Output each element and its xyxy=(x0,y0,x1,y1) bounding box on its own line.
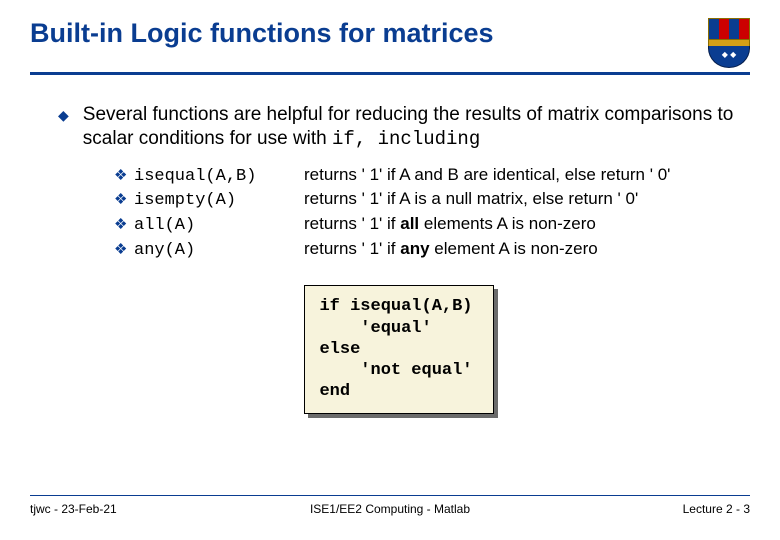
list-item: ❖ any(A) returns ' 1' if any element A i… xyxy=(114,238,740,263)
title-divider xyxy=(30,72,750,75)
function-desc: returns ' 1' if any element A is non-zer… xyxy=(304,238,740,261)
footer-divider xyxy=(30,495,750,496)
footer-author-date: tjwc - 23-Feb-21 xyxy=(30,502,270,516)
sub-bullet-icon: ❖ xyxy=(114,240,134,260)
function-desc: returns ' 1' if A is a null matrix, else… xyxy=(304,188,740,211)
function-desc: returns ' 1' if A and B are identical, e… xyxy=(304,164,740,187)
sub-bullet-icon: ❖ xyxy=(114,215,134,235)
function-list: ❖ isequal(A,B) returns ' 1' if A and B a… xyxy=(58,164,740,264)
sub-bullet-icon: ❖ xyxy=(114,166,134,186)
function-code: all(A) xyxy=(134,215,304,238)
function-desc: returns ' 1' if all elements A is non-ze… xyxy=(304,213,740,236)
institution-crest-icon xyxy=(708,18,750,68)
footer-course: ISE1/EE2 Computing - Matlab xyxy=(270,502,510,516)
list-item: ❖ all(A) returns ' 1' if all elements A … xyxy=(114,213,740,238)
intro-text: Several functions are helpful for reduci… xyxy=(83,103,740,152)
bullet-icon: ◆ xyxy=(58,107,69,124)
function-code: any(A) xyxy=(134,240,304,263)
list-item: ❖ isempty(A) returns ' 1' if A is a null… xyxy=(114,188,740,213)
list-item: ❖ isequal(A,B) returns ' 1' if A and B a… xyxy=(114,164,740,189)
sub-bullet-icon: ❖ xyxy=(114,190,134,210)
function-code: isequal(A,B) xyxy=(134,166,304,189)
code-example-box: if isequal(A,B) 'equal' else 'not equal'… xyxy=(304,285,493,413)
footer-page: Lecture 2 - 3 xyxy=(510,502,750,516)
page-title: Built-in Logic functions for matrices xyxy=(30,18,698,49)
function-code: isempty(A) xyxy=(134,190,304,213)
